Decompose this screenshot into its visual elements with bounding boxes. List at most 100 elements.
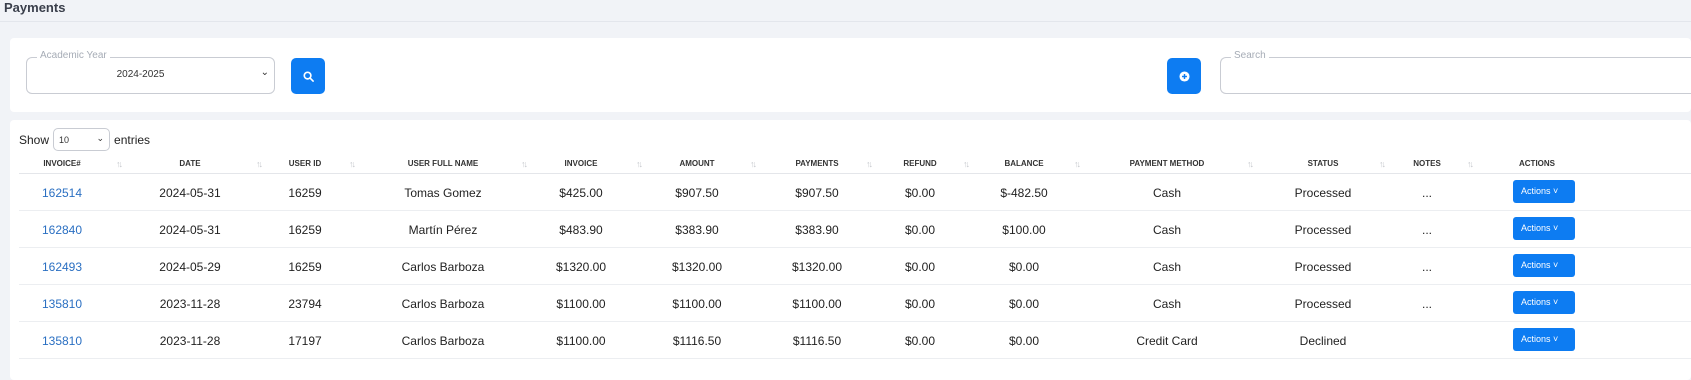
cell-date: 2023-11-28 bbox=[159, 334, 221, 348]
cell-date: 2024-05-31 bbox=[159, 186, 221, 200]
search-icon bbox=[302, 70, 314, 82]
cell-refund: $0.00 bbox=[904, 297, 936, 311]
cell-amount: $383.90 bbox=[675, 223, 719, 237]
academic-year-select[interactable]: Academic Year 2024-2025 ⌄ bbox=[26, 50, 275, 94]
sort-icon[interactable]: ↑↓ bbox=[349, 159, 356, 169]
actions-dropdown-button[interactable]: Actions ˅ bbox=[1513, 291, 1575, 314]
actions-dropdown-button[interactable]: Actions ˅ bbox=[1513, 328, 1575, 351]
actions-label: Actions bbox=[1521, 334, 1551, 344]
column-header-invoice-number[interactable]: INVOICE# bbox=[43, 159, 80, 168]
actions-dropdown-button[interactable]: Actions ˅ bbox=[1513, 180, 1575, 203]
sort-icon[interactable]: ↑↓ bbox=[1467, 159, 1474, 169]
cell-notes: ... bbox=[1421, 223, 1433, 237]
payments-table-panel: Show 10 ⌄ entries INVOICE# ↑↓ DATE ↑↓ USER I… bbox=[10, 120, 1691, 380]
sort-icon[interactable]: ↑↓ bbox=[636, 159, 643, 169]
cell-date: 2024-05-29 bbox=[159, 260, 221, 274]
sort-icon[interactable]: ↑↓ bbox=[963, 159, 970, 169]
search-button[interactable] bbox=[291, 58, 325, 94]
cell-amount: $1116.50 bbox=[672, 334, 722, 348]
column-header-user-full-name[interactable]: USER FULL NAME bbox=[408, 159, 479, 168]
cell-invoice: $1320.00 bbox=[555, 260, 607, 274]
cell-user-id: 17197 bbox=[288, 334, 322, 348]
chevron-down-icon: ˅ bbox=[1550, 260, 1559, 270]
cell-balance: $0.00 bbox=[1008, 334, 1040, 348]
column-header-invoice[interactable]: INVOICE bbox=[565, 159, 598, 168]
column-header-user-id[interactable]: USER ID bbox=[289, 159, 321, 168]
cell-payments: $1116.50 bbox=[792, 334, 842, 348]
cell-invoice: $425.00 bbox=[559, 186, 603, 200]
actions-dropdown-button[interactable]: Actions ˅ bbox=[1513, 217, 1575, 240]
cell-refund: $0.00 bbox=[904, 334, 936, 348]
column-header-payments[interactable]: PAYMENTS bbox=[795, 159, 838, 168]
cell-invoice-number-link[interactable]: 162493 bbox=[42, 260, 82, 274]
chevron-down-icon: ˅ bbox=[1550, 186, 1559, 196]
cell-invoice-number-link[interactable]: 162514 bbox=[42, 186, 82, 200]
add-payment-button[interactable] bbox=[1167, 58, 1201, 94]
cell-user-full-name: Carlos Barboza bbox=[401, 260, 485, 274]
search-label: Search bbox=[1231, 50, 1269, 61]
chevron-down-icon: ˅ bbox=[1550, 223, 1559, 233]
cell-notes: ... bbox=[1421, 297, 1433, 311]
column-header-refund[interactable]: REFUND bbox=[903, 159, 936, 168]
academic-year-label: Academic Year bbox=[37, 50, 110, 61]
cell-balance: $100.00 bbox=[1002, 223, 1046, 237]
cell-date: 2023-11-28 bbox=[159, 297, 221, 311]
academic-year-value: 2024-2025 bbox=[116, 69, 165, 80]
cell-status: Processed bbox=[1294, 186, 1352, 200]
cell-user-id: 16259 bbox=[288, 260, 322, 274]
page-length-control: Show 10 ⌄ entries bbox=[19, 128, 150, 151]
cell-user-id: 23794 bbox=[288, 297, 322, 311]
table-row: 162493 2024-05-29 16259 Carlos Barboza $1320… bbox=[19, 248, 1691, 285]
column-header-notes[interactable]: NOTES bbox=[1413, 159, 1441, 168]
chevron-down-icon: ˅ bbox=[1550, 297, 1559, 307]
sort-icon[interactable]: ↑↓ bbox=[866, 159, 873, 169]
sort-icon[interactable]: ↑↓ bbox=[1379, 159, 1386, 169]
cell-payment-method: Cash bbox=[1152, 223, 1182, 237]
cell-user-full-name: Carlos Barboza bbox=[401, 334, 485, 348]
table-header: INVOICE# ↑↓ DATE ↑↓ USER ID ↑↓ USER FULL NAME ↑… bbox=[19, 155, 1691, 174]
cell-date: 2024-05-31 bbox=[159, 223, 221, 237]
cell-payments: $383.90 bbox=[795, 223, 839, 237]
cell-payments: $907.50 bbox=[795, 186, 839, 200]
cell-invoice-number-link[interactable]: 135810 bbox=[42, 334, 82, 348]
sort-icon[interactable]: ↑↓ bbox=[521, 159, 528, 169]
cell-payment-method: Credit Card bbox=[1136, 334, 1198, 348]
sort-icon[interactable]: ↑↓ bbox=[116, 159, 123, 169]
column-header-amount[interactable]: AMOUNT bbox=[679, 159, 714, 168]
sort-icon[interactable]: ↑↓ bbox=[256, 159, 263, 169]
table-row: 162514 2024-05-31 16259 Tomas Gomez $425.00 $… bbox=[19, 174, 1691, 211]
chevron-down-icon: ⌄ bbox=[96, 133, 105, 143]
cell-payments: $1100.00 bbox=[792, 297, 842, 311]
cell-refund: $0.00 bbox=[904, 260, 936, 274]
chevron-down-icon: ⌄ bbox=[260, 67, 269, 78]
column-header-payment-method[interactable]: PAYMENT METHOD bbox=[1130, 159, 1205, 168]
actions-label: Actions bbox=[1521, 260, 1551, 270]
page-length-value: 10 bbox=[59, 135, 70, 145]
actions-dropdown-button[interactable]: Actions ˅ bbox=[1513, 254, 1575, 277]
cell-user-full-name: Tomas Gomez bbox=[404, 186, 482, 200]
title-divider bbox=[0, 21, 1691, 22]
page-length-select[interactable]: 10 ⌄ bbox=[53, 128, 111, 151]
sort-icon[interactable]: ↑↓ bbox=[750, 159, 757, 169]
sort-icon[interactable]: ↑↓ bbox=[1074, 159, 1081, 169]
cell-invoice: $1100.00 bbox=[556, 334, 606, 348]
sort-icon[interactable]: ↑↓ bbox=[1247, 159, 1254, 169]
entries-label: entries bbox=[114, 132, 151, 147]
cell-status: Processed bbox=[1294, 260, 1352, 274]
table-row: 135810 2023-11-28 23794 Carlos Barboza $1100… bbox=[19, 285, 1691, 322]
cell-invoice: $1100.00 bbox=[556, 297, 606, 311]
cell-invoice-number-link[interactable]: 162840 bbox=[42, 223, 82, 237]
cell-payment-method: Cash bbox=[1152, 297, 1182, 311]
column-header-status[interactable]: STATUS bbox=[1308, 159, 1339, 168]
actions-label: Actions bbox=[1521, 223, 1551, 233]
cell-user-id: 16259 bbox=[288, 223, 322, 237]
column-header-balance[interactable]: BALANCE bbox=[1004, 159, 1043, 168]
chevron-down-icon: ˅ bbox=[1550, 334, 1559, 344]
page-title: Payments bbox=[4, 0, 66, 15]
cell-payment-method: Cash bbox=[1152, 186, 1182, 200]
column-header-date[interactable]: DATE bbox=[179, 159, 200, 168]
cell-invoice-number-link[interactable]: 135810 bbox=[42, 297, 82, 311]
cell-notes: ... bbox=[1421, 186, 1433, 200]
cell-balance: $0.00 bbox=[1008, 297, 1040, 311]
search-input[interactable]: Search bbox=[1220, 50, 1691, 94]
